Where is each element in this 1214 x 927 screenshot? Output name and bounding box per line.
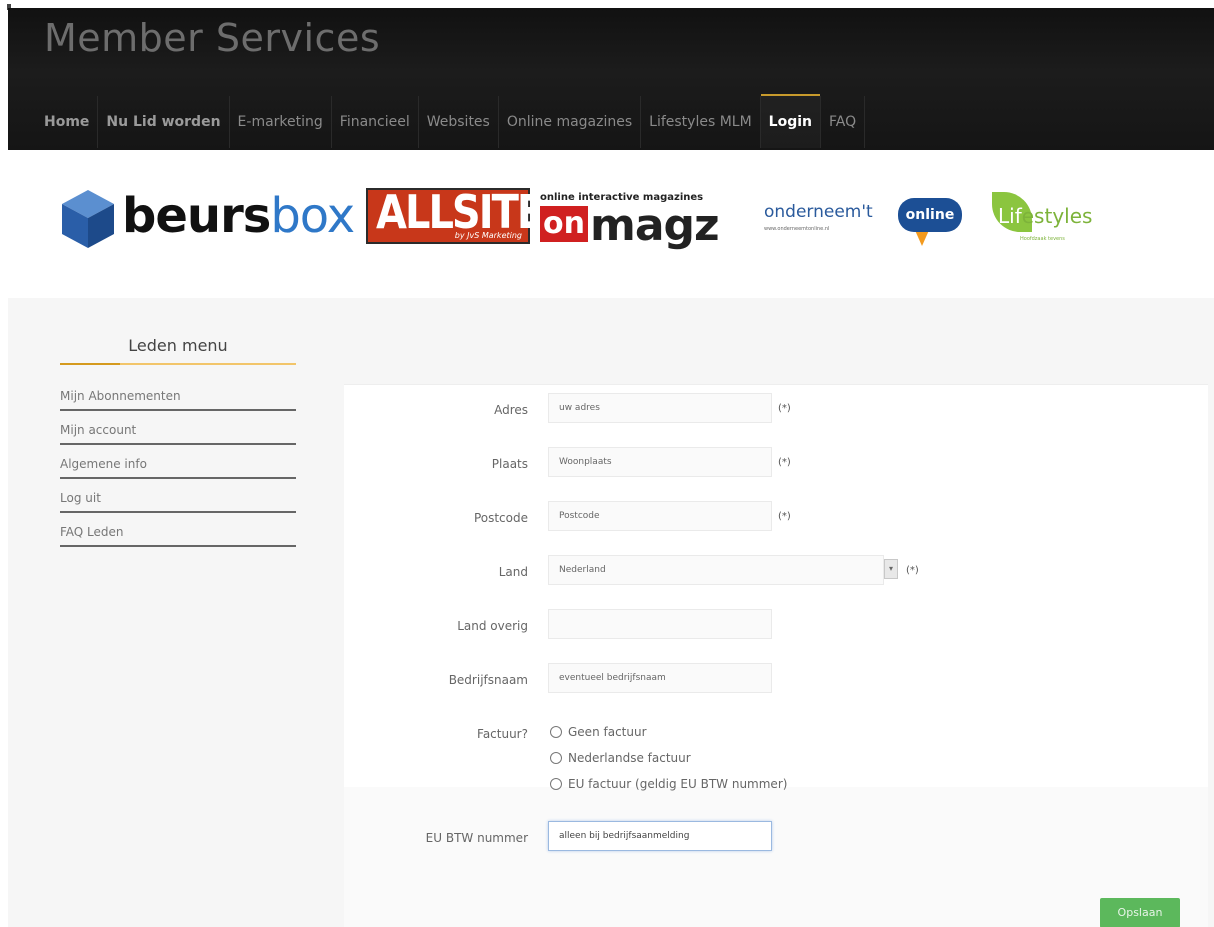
onmagz-logo[interactable]: online interactive magazines on magz [538,186,738,251]
nav-home[interactable]: Home [36,96,99,148]
factuur-option-eu[interactable]: EU factuur (geldig EU BTW nummer) [550,771,787,797]
postcode-required: (*) [778,511,791,522]
eu-btw-label: EU BTW nummer [425,831,528,845]
main-nav: Home Nu Lid worden E-marketing Financiee… [36,94,866,148]
onmagz-on: on [540,206,588,242]
eu-btw-row: EU BTW nummer alleen bij bedrijfsaanmeld… [344,821,1208,857]
sidebar-item-algemene-info[interactable]: Algemene info [60,453,296,479]
lifestyles-subtitle: Hoofdzaak tevens [1020,236,1065,242]
main-panel: Leden menu Mijn Abonnementen Mijn accoun… [8,298,1214,927]
nav-lifestyles-mlm[interactable]: Lifestyles MLM [641,96,761,148]
sidebar-item-faq-leden[interactable]: FAQ Leden [60,521,296,547]
land-select[interactable]: Nederland [548,555,884,585]
sidebar-item-account[interactable]: Mijn account [60,419,296,445]
nav-e-marketing[interactable]: E-marketing [230,96,332,148]
postcode-label: Postcode [473,511,528,525]
radio-button[interactable] [550,726,562,738]
factuur-row: Factuur? Geen factuur Nederlandse factuu… [344,719,1208,809]
plaats-row: Plaats Woonplaats (*) [344,447,1208,483]
partner-logos: beursbox ALLSITES by JvS Marketing onlin… [58,180,1118,260]
land-label: Land [498,565,528,579]
onderneem-wordmark: onderneem't [764,202,873,222]
land-overig-label: Land overig [457,619,528,633]
address-form: Adres uw adres (*) Plaats Woonplaats (*)… [344,384,1208,927]
eu-btw-input[interactable]: alleen bij bedrijfsaanmelding [548,821,772,851]
sidebar-title: Leden menu [60,328,296,365]
lifestyles-wordmark: Lifestyles [998,204,1092,228]
nav-faq[interactable]: FAQ [821,96,866,148]
leden-sidebar: Leden menu Mijn Abonnementen Mijn accoun… [60,328,300,555]
onmagz-magz: magz [590,200,720,251]
site-header: Member Services Home Nu Lid worden E-mar… [8,8,1214,150]
adres-row: Adres uw adres (*) [344,393,1208,429]
beursbox-part1: beurs [122,188,271,244]
bedrijfsnaam-label: Bedrijfsnaam [448,673,528,687]
cube-icon [62,190,114,248]
chevron-down-icon[interactable]: ▾ [884,559,898,579]
lifestyles-logo[interactable]: Lifestyles Hoofdzaak tevens [988,190,1108,250]
sidebar-item-abonnementen[interactable]: Mijn Abonnementen [60,385,296,411]
factuur-option-nederlandse[interactable]: Nederlandse factuur [550,745,787,771]
adres-input[interactable]: uw adres [548,393,772,423]
plaats-label: Plaats [491,457,528,471]
factuur-option-label: Geen factuur [568,725,647,739]
beursbox-wordmark: beursbox [122,188,355,244]
plaats-input[interactable]: Woonplaats [548,447,772,477]
bedrijfsnaam-row: Bedrijfsnaam eventueel bedrijfsnaam [344,663,1208,699]
postcode-input[interactable]: Postcode [548,501,772,531]
nav-login[interactable]: Login [760,94,821,148]
allsites-subtitle: by JvS Marketing [454,231,522,240]
factuur-option-label: Nederlandse factuur [568,751,691,765]
onderneem-url: www.onderneemtonline.nl [764,226,830,232]
postcode-row: Postcode Postcode (*) [344,501,1208,537]
adres-label: Adres [494,403,528,417]
factuur-option-label: EU factuur (geldig EU BTW nummer) [568,777,788,791]
nav-nu-lid-worden[interactable]: Nu Lid worden [98,96,230,148]
radio-button[interactable] [550,752,562,764]
factuur-option-geen[interactable]: Geen factuur [550,719,787,745]
lifestyles-part2: estyles [1021,204,1093,228]
nav-websites[interactable]: Websites [419,96,499,148]
land-overig-row: Land overig [344,609,1208,645]
save-button[interactable]: Opslaan [1100,898,1180,927]
bedrijfsnaam-input[interactable]: eventueel bedrijfsnaam [548,663,772,693]
beursbox-logo[interactable]: beursbox [58,184,363,250]
allsites-logo[interactable]: ALLSITES by JvS Marketing [366,187,571,244]
onderneem-logo[interactable]: onderneem't www.onderneemtonline.nl onli… [764,192,964,262]
land-overig-input[interactable] [548,609,772,639]
nav-financieel[interactable]: Financieel [332,96,419,148]
lifestyles-part1: Lif [998,204,1022,228]
online-badge: online [898,198,962,232]
nav-online-magazines[interactable]: Online magazines [499,96,642,148]
factuur-radio-group: Geen factuur Nederlandse factuur EU fact… [550,719,787,797]
factuur-label: Factuur? [477,727,528,741]
radio-button[interactable] [550,778,562,790]
site-title: Member Services [44,16,381,60]
land-row: Land Nederland ▾ (*) [344,555,1208,591]
beursbox-part2: box [270,188,355,244]
land-required: (*) [906,565,919,576]
sidebar-item-log-uit[interactable]: Log uit [60,487,296,513]
plaats-required: (*) [778,457,791,468]
adres-required: (*) [778,403,791,414]
sidebar-menu: Mijn Abonnementen Mijn account Algemene … [60,385,300,547]
